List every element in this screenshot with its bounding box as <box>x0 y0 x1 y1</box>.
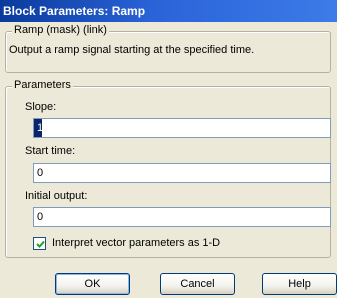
window-title-bar[interactable]: Block Parameters: Ramp <box>0 0 337 22</box>
ok-button[interactable]: OK <box>55 273 130 295</box>
interpret-vector-label: Interpret vector parameters as 1-D <box>52 237 221 249</box>
initial-output-input[interactable] <box>33 207 331 227</box>
start-time-label: Start time: <box>25 145 76 157</box>
help-button[interactable]: Help <box>262 273 337 295</box>
initial-output-label: Initial output: <box>25 190 88 202</box>
cancel-button[interactable]: Cancel <box>160 273 235 295</box>
parameters-group-legend: Parameters <box>12 79 73 91</box>
block-description: Output a ramp signal starting at the spe… <box>9 44 255 56</box>
start-time-input[interactable] <box>33 163 331 183</box>
interpret-vector-checkbox-row[interactable]: Interpret vector parameters as 1-D <box>33 236 220 250</box>
slope-label: Slope: <box>25 101 57 113</box>
interpret-vector-checkbox[interactable] <box>33 236 46 250</box>
mask-group-legend: Ramp (mask) (link) <box>12 24 109 36</box>
block-parameters-dialog: Block Parameters: Ramp Ramp (mask) (link… <box>0 0 337 298</box>
checkmark-icon <box>36 240 45 248</box>
slope-input[interactable] <box>33 118 331 138</box>
window-title: Block Parameters: Ramp <box>3 4 146 18</box>
mask-info-group: Ramp (mask) (link) Output a ramp signal … <box>5 24 331 73</box>
